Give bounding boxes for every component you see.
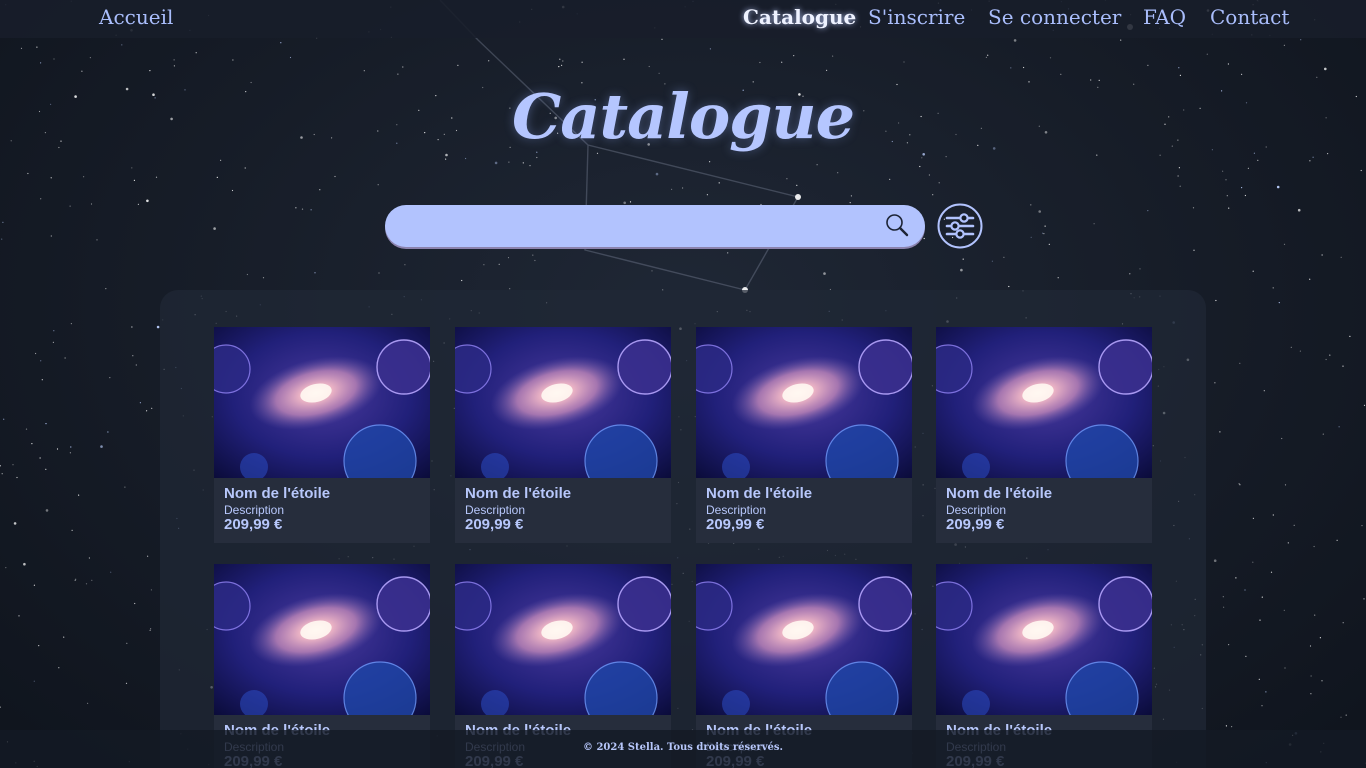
product-price: 209,99 € <box>224 516 283 533</box>
product-card[interactable]: Nom de l'étoileDescription209,99 € <box>455 327 671 543</box>
product-card[interactable]: Nom de l'étoileDescription209,99 € <box>936 327 1152 543</box>
product-description: Description <box>946 503 1007 517</box>
filter-button[interactable] <box>937 203 983 249</box>
copyright-text: © 2024 Stella. Tous droits réservés. <box>582 742 784 753</box>
top-navigation: Accueil Catalogue S'inscrire Se connecte… <box>0 0 1366 38</box>
sliders-icon <box>937 203 983 249</box>
search-bar <box>385 205 925 247</box>
product-price: 209,99 € <box>706 516 765 533</box>
nav-contact-link[interactable]: Contact <box>1210 5 1289 29</box>
galaxy-image <box>936 564 1152 715</box>
galaxy-image <box>214 327 430 478</box>
nav-catalog-link[interactable]: Catalogue <box>743 5 856 29</box>
galaxy-image <box>696 564 912 715</box>
product-card[interactable]: Nom de l'étoileDescription209,99 € <box>214 327 430 543</box>
nav-home-link[interactable]: Accueil <box>99 5 173 29</box>
product-description: Description <box>706 503 767 517</box>
product-name: Nom de l'étoile <box>224 485 331 502</box>
search-input[interactable] <box>403 211 877 243</box>
nav-faq-link[interactable]: FAQ <box>1143 5 1186 29</box>
galaxy-image <box>455 327 671 478</box>
galaxy-image <box>455 564 671 715</box>
product-name: Nom de l'étoile <box>946 485 1053 502</box>
product-description: Description <box>224 503 285 517</box>
footer: © 2024 Stella. Tous droits réservés. <box>0 730 1366 768</box>
nav-login-link[interactable]: Se connecter <box>988 5 1121 29</box>
product-price: 209,99 € <box>465 516 524 533</box>
page-title: Catalogue <box>511 80 855 153</box>
galaxy-image <box>214 564 430 715</box>
product-name: Nom de l'étoile <box>465 485 572 502</box>
galaxy-image <box>936 327 1152 478</box>
product-name: Nom de l'étoile <box>706 485 813 502</box>
product-card[interactable]: Nom de l'étoileDescription209,99 € <box>696 327 912 543</box>
galaxy-image <box>696 327 912 478</box>
product-price: 209,99 € <box>946 516 1005 533</box>
nav-signup-link[interactable]: S'inscrire <box>868 5 965 29</box>
search-icon[interactable] <box>884 212 910 238</box>
product-description: Description <box>465 503 526 517</box>
